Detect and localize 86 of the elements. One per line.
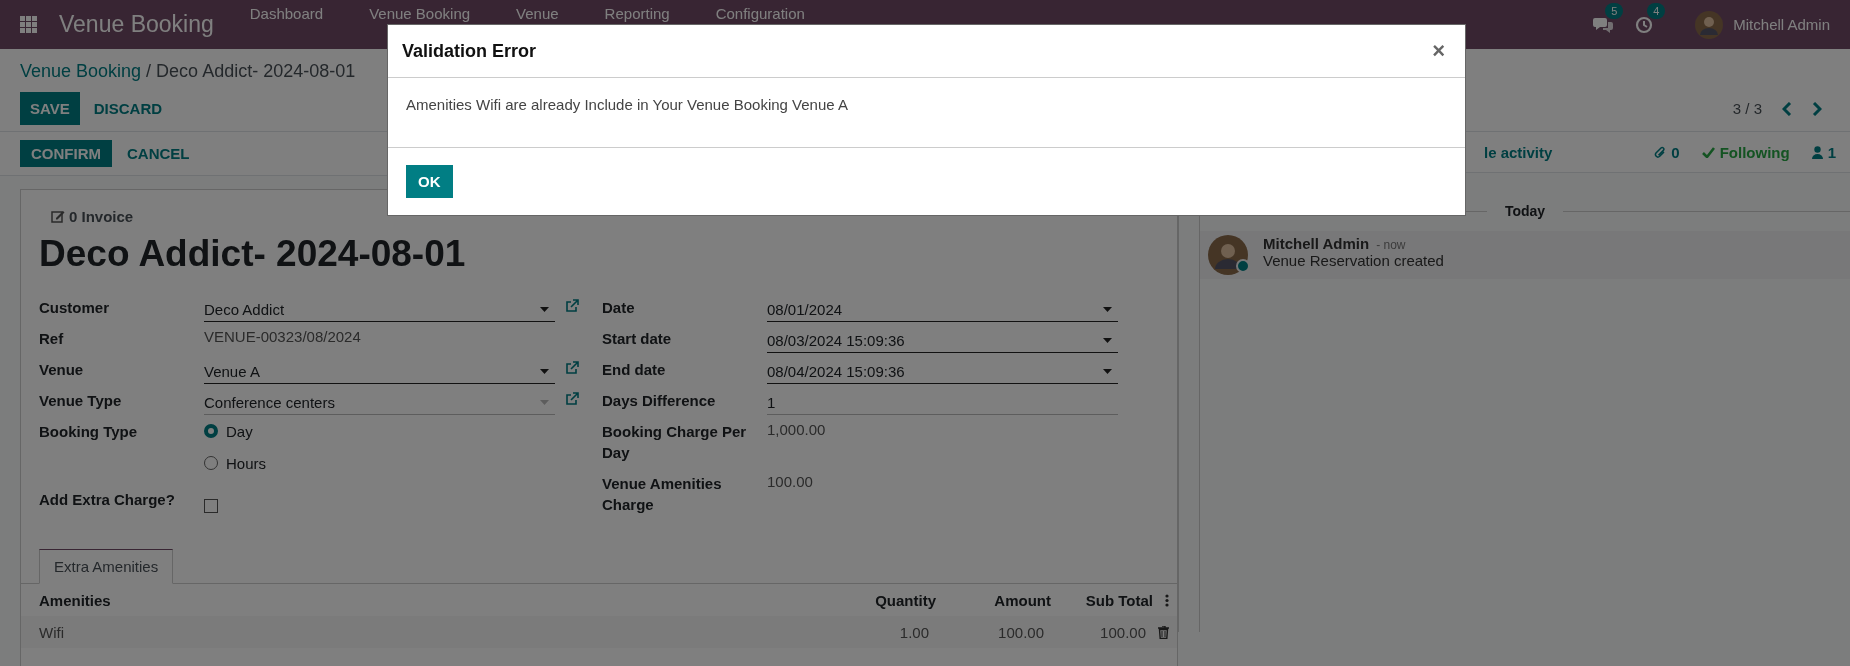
column-header[interactable]: Amenities <box>39 591 816 609</box>
table-cell-text: 100.00 <box>1099 623 1146 641</box>
user-name[interactable]: Mitchell Admin <box>1733 16 1830 33</box>
menu-item[interactable]: Venue Booking <box>369 0 471 22</box>
field-label: Booking Charge Per Day <box>602 422 748 463</box>
select-field[interactable]: Venue A <box>204 355 555 384</box>
notification-badge: 4 <box>1647 2 1666 19</box>
notification-badge: 5 <box>1605 2 1624 19</box>
select-field[interactable]: Deco Addict <box>204 293 555 322</box>
caret-icon <box>540 306 549 312</box>
message-time: - now <box>1376 238 1406 252</box>
field-label: Ref <box>39 329 65 349</box>
clock-icon[interactable] <box>1635 15 1654 34</box>
external-link-icon[interactable] <box>565 361 579 375</box>
caret-icon <box>1103 368 1112 374</box>
apps-menu-icon[interactable] <box>20 16 37 33</box>
table-cell-text: 1.00 <box>898 623 929 641</box>
breadcrumb-current: / Deco Addict- 2024-08-01 <box>146 61 356 82</box>
more-options-icon[interactable] <box>1165 593 1169 607</box>
record-title: Deco Addict- 2024-08-01 <box>39 233 467 275</box>
caret-icon <box>1103 337 1112 343</box>
notebook-tab[interactable]: Extra Amenities <box>39 549 174 584</box>
delete-icon[interactable] <box>1158 625 1169 639</box>
menu-item[interactable]: Configuration <box>715 0 805 22</box>
paperclip-icon <box>1654 145 1667 159</box>
external-link-icon[interactable] <box>565 299 579 313</box>
chat-icon[interactable] <box>1593 15 1614 34</box>
external-link-icon[interactable] <box>565 392 579 406</box>
cancel-button[interactable]: CANCEL <box>116 140 201 167</box>
confirm-button[interactable]: CONFIRM <box>20 140 112 167</box>
table-cell-text: Wifi <box>39 623 65 641</box>
caret-icon <box>540 368 549 374</box>
date-field[interactable]: 08/01/2024 <box>767 293 1118 322</box>
edit-icon <box>51 210 65 223</box>
breadcrumb-link[interactable]: Venue Booking <box>20 61 142 82</box>
radio-label: Hours <box>226 454 266 472</box>
menu-item[interactable]: Dashboard <box>249 0 324 22</box>
schedule-activity-link[interactable]: le activity <box>1484 143 1553 161</box>
message-text: Venue Reservation created <box>1263 252 1444 269</box>
field-label: Venue Type <box>39 391 123 411</box>
following-button[interactable]: Following <box>1701 143 1790 161</box>
message-author: Mitchell Admin <box>1263 235 1370 252</box>
attachments-button[interactable]: 0 <box>1654 143 1680 161</box>
table-cell-text: 100.00 <box>997 623 1044 641</box>
number-field[interactable]: 1 <box>767 386 1118 415</box>
field-value: VENUE-00323/08/2024 <box>204 327 361 345</box>
close-button[interactable]: × <box>1428 38 1449 64</box>
field-label: Customer <box>39 298 110 318</box>
field-label: Venue <box>39 360 85 380</box>
field-label: Days Difference <box>602 391 717 411</box>
date-field[interactable]: 08/03/2024 15:09:36 <box>767 324 1118 353</box>
radio-button[interactable] <box>204 424 218 438</box>
previous-icon[interactable] <box>1782 101 1792 116</box>
menu-item[interactable]: Reporting <box>604 0 670 22</box>
dialog-message: Amenities Wifi are already Include in Your Venue Booking Venue A <box>406 96 848 113</box>
next-icon[interactable] <box>1812 101 1822 116</box>
ok-button[interactable]: OK <box>406 165 453 198</box>
field-label: End date <box>602 360 667 380</box>
field-label: Booking Type <box>39 422 139 442</box>
avatar-icon <box>1208 235 1248 275</box>
discard-button[interactable]: DISCARD <box>83 92 173 125</box>
field-label: Add Extra Charge? <box>39 490 176 510</box>
app-title[interactable]: Venue Booking <box>59 11 214 38</box>
check-icon <box>1701 146 1715 158</box>
avatar-icon[interactable] <box>1695 10 1724 39</box>
pager-counter: 3 / 3 <box>1732 100 1762 117</box>
date-separator: Today <box>1504 203 1546 219</box>
column-header[interactable]: Amount <box>936 591 1051 609</box>
column-header[interactable]: Quantity <box>816 591 936 609</box>
field-value: 100.00 <box>767 472 813 490</box>
save-button[interactable]: SAVE <box>20 92 80 125</box>
column-header[interactable]: Sub Total <box>1051 591 1153 609</box>
user-icon <box>1811 145 1823 159</box>
dialog-title: Validation Error <box>402 40 537 62</box>
radio-label: Day <box>226 422 253 440</box>
date-field[interactable]: 08/04/2024 15:09:36 <box>767 355 1118 384</box>
followers-button[interactable]: 1 <box>1811 143 1836 161</box>
caret-icon <box>1103 306 1112 312</box>
menu-item[interactable]: Venue <box>516 0 559 22</box>
checkbox[interactable] <box>204 499 218 513</box>
field-label: Start date <box>602 329 673 349</box>
field-label: Venue Amenities Charge <box>602 474 723 515</box>
field-label: Date <box>602 298 636 318</box>
caret-icon <box>540 399 549 405</box>
field-value: 1,000.00 <box>767 420 826 438</box>
invoice-button[interactable]: 0 Invoice <box>51 208 1177 225</box>
